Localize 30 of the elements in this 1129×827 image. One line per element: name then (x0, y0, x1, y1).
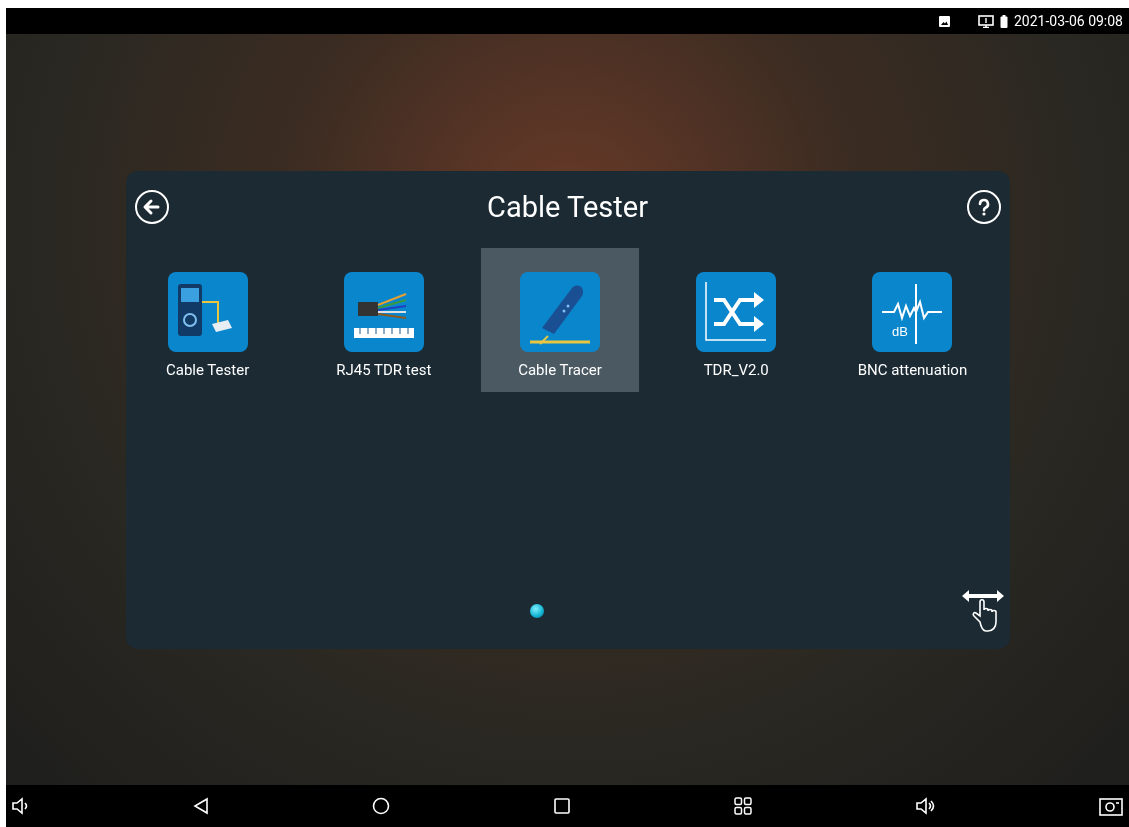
app-item[interactable]: Cable Tester (128, 247, 287, 392)
app-item[interactable]: RJ45 TDR test (304, 247, 463, 392)
app-grid-icon[interactable] (733, 797, 752, 815)
help-button[interactable] (966, 189, 1001, 224)
volume-up-icon[interactable] (915, 797, 936, 815)
image-icon (938, 15, 950, 27)
home-icon[interactable] (372, 797, 391, 815)
app-label: RJ45 TDR test (336, 360, 432, 379)
app-icon (696, 271, 777, 352)
app-icon (167, 271, 248, 352)
volume-down-icon[interactable] (11, 797, 29, 815)
clock-time: 2021-03-06 09:08 (1013, 13, 1123, 29)
app-icon (343, 271, 424, 352)
recent-apps-icon[interactable] (553, 798, 570, 814)
dialog-title: Cable Tester (487, 189, 648, 224)
monitor-icon (977, 14, 994, 28)
app-item[interactable]: TDR_V2.0 (657, 247, 816, 392)
app-icon (520, 271, 600, 352)
icon-unit-label: dB (892, 323, 909, 339)
app-label: Cable Tester (165, 360, 250, 379)
back-button[interactable] (134, 189, 169, 224)
back-icon[interactable] (192, 797, 209, 815)
app-label: TDR_V2.0 (703, 360, 769, 379)
app-item[interactable]: dB BNC attenuation (833, 247, 992, 392)
app-item[interactable]: Cable Tracer (480, 247, 640, 392)
camera-icon[interactable] (1098, 796, 1123, 816)
app-label: BNC attenuation (857, 360, 968, 379)
page-indicator-dot[interactable] (529, 603, 544, 618)
battery-icon (999, 14, 1008, 28)
app-label: Cable Tracer (518, 360, 602, 379)
